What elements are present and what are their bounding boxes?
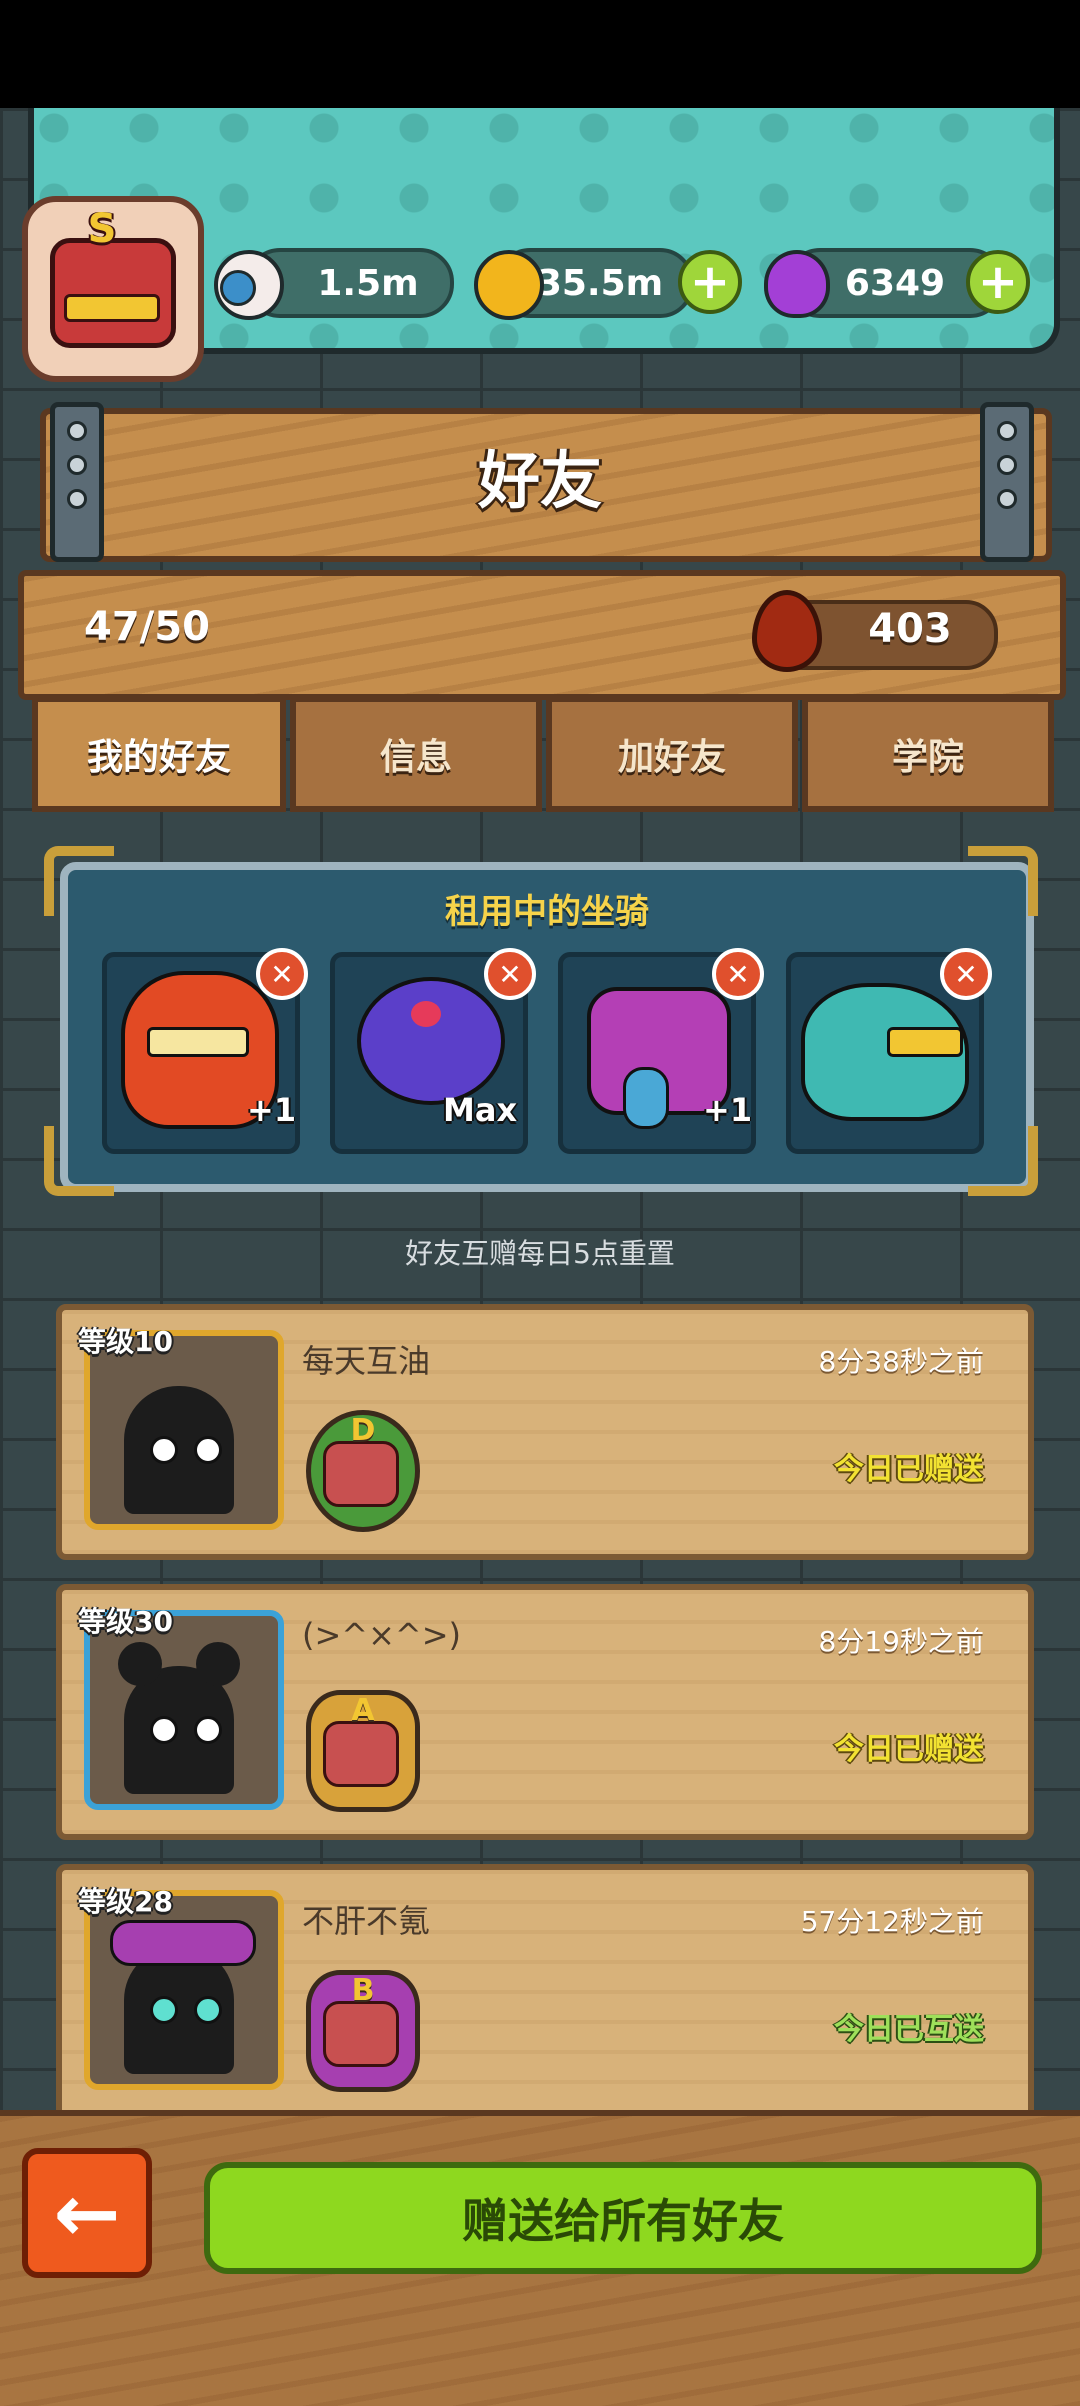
friend-rank: B (351, 1973, 375, 2008)
remove-mount-button[interactable]: ✕ (712, 948, 764, 1000)
gift-all-label: 赠送给所有好友 (462, 2194, 784, 2248)
remove-mount-button[interactable]: ✕ (940, 948, 992, 1000)
add-potion-button[interactable]: + (966, 250, 1030, 314)
friend-level: 等级28 (78, 1885, 173, 1918)
friend-rank-badge: B (306, 1970, 420, 2092)
friend-gift-status: 今日已赠送 (834, 1452, 984, 1487)
purple-rose-mount-icon (357, 977, 505, 1105)
friend-avatar[interactable] (84, 1330, 284, 1530)
mount-tag: +1 (247, 1091, 297, 1129)
friend-last-active: 8分19秒之前 (818, 1625, 984, 1658)
friend-name: 不肝不氪 (302, 1902, 431, 1940)
friend-avatar[interactable] (84, 1610, 284, 1810)
friend-gift-status: 今日已赠送 (834, 1732, 984, 1767)
friend-rank-badge: A (306, 1690, 420, 1812)
friend-name: 每天互油 (302, 1342, 431, 1380)
tab-label: 我的好友 (86, 737, 231, 778)
player-monster-icon (50, 238, 176, 348)
add-gold-button[interactable]: + (678, 250, 742, 314)
gift-all-friends-button[interactable]: 赠送给所有好友 (204, 2162, 1042, 2274)
mount-tag: +1 (703, 1091, 753, 1129)
tab-label: 学院 (891, 737, 964, 778)
gold-resource-value: 35.5m (536, 262, 664, 304)
status-bar (0, 0, 1080, 108)
remove-mount-button[interactable]: ✕ (256, 948, 308, 1000)
back-arrow-icon: ← (53, 2166, 121, 2260)
tab-my-friends[interactable]: 我的好友 (32, 696, 286, 812)
tab-add-friend[interactable]: 加好友 (546, 696, 798, 812)
tab-label: 加好友 (617, 737, 726, 778)
friend-level: 等级10 (78, 1325, 173, 1358)
tab-academy[interactable]: 学院 (802, 696, 1054, 812)
player-avatar[interactable]: S (22, 196, 204, 382)
friend-last-active: 8分38秒之前 (818, 1345, 984, 1378)
page-title: 好友 (477, 444, 602, 517)
friend-level: 等级30 (78, 1605, 173, 1638)
friend-rank: A (351, 1693, 375, 1728)
teeth-icon (64, 294, 160, 322)
potion-icon (764, 250, 830, 318)
eyeball-icon (214, 250, 284, 320)
player-rank: S (87, 206, 117, 252)
reset-note: 好友互赠每日5点重置 (405, 1237, 675, 1270)
tab-label: 信息 (379, 737, 452, 778)
tab-messages[interactable]: 信息 (290, 696, 542, 812)
blood-value: 403 (868, 606, 952, 652)
friend-gift-status: 今日已互送 (834, 2012, 984, 2047)
gold-coin-icon (474, 250, 544, 320)
potion-resource-value: 6349 (844, 262, 946, 304)
eye-resource-value: 1.5m (317, 262, 419, 304)
back-button[interactable]: ← (22, 2148, 152, 2278)
friend-avatar[interactable] (84, 1890, 284, 2090)
rented-mounts-title: 租用中的坐骑 (445, 892, 649, 932)
friend-name: (>^×^>) (302, 1616, 462, 1654)
mount-tag: Max (443, 1091, 518, 1129)
friend-rank-badge: D (306, 1410, 420, 1532)
remove-mount-button[interactable]: ✕ (484, 948, 536, 1000)
friend-count: 47/50 (84, 604, 210, 650)
friend-last-active: 57分12秒之前 (800, 1905, 984, 1938)
friend-rank: D (350, 1413, 376, 1448)
